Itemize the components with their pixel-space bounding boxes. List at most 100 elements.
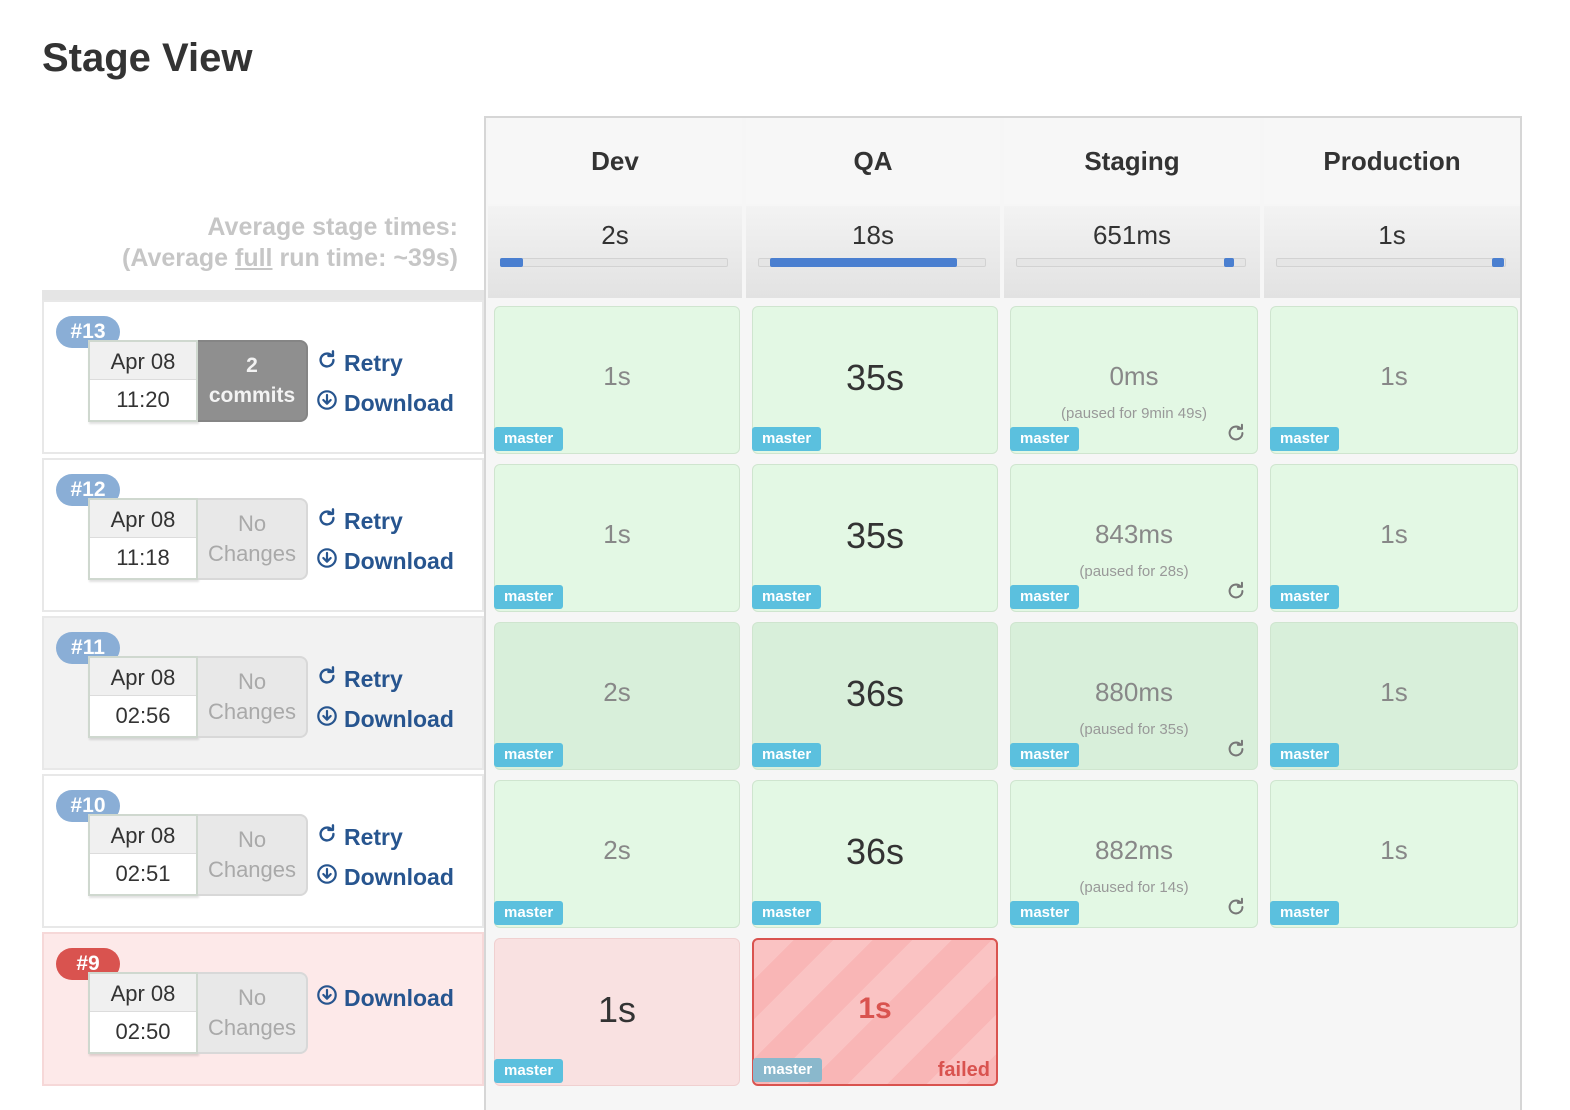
paused-duration: (paused for 9min 49s) <box>1061 405 1207 422</box>
stage-duration: 1s <box>603 519 631 549</box>
average-time: 2s <box>601 220 629 250</box>
changes-line1: No <box>237 827 267 852</box>
retry-link[interactable]: Retry <box>316 823 403 851</box>
run-date-box: Apr 08 02:50 <box>88 972 198 1054</box>
retry-link[interactable]: Retry <box>316 349 403 377</box>
retry-label: Retry <box>344 665 403 692</box>
stage-cell-staging[interactable]: 843ms (paused for 28s) master <box>1010 464 1258 612</box>
branch-badge: master <box>1010 427 1080 451</box>
stage-cell-staging[interactable]: 882ms (paused for 14s) master <box>1010 780 1258 928</box>
retry-icon <box>316 665 344 693</box>
avg-full-link: full <box>235 244 273 272</box>
stage-cell-qa[interactable]: 35s master <box>752 464 998 612</box>
branch-badge: master <box>1010 585 1080 609</box>
proceed-icon[interactable] <box>1225 422 1247 449</box>
branch-badge: master <box>1270 743 1340 767</box>
stage-duration: 1s <box>858 992 892 1025</box>
stage-cell-dev[interactable]: 2s master <box>494 780 740 928</box>
download-link[interactable]: Download <box>316 547 454 575</box>
run-date-box: Apr 08 02:51 <box>88 814 198 896</box>
retry-icon <box>316 823 344 851</box>
run-date-box: Apr 08 02:56 <box>88 656 198 738</box>
changes-box: No Changes <box>198 498 308 580</box>
changes-line1: No <box>237 985 267 1010</box>
stage-duration: 35s <box>845 515 905 556</box>
paused-duration: (paused for 35s) <box>1079 721 1189 738</box>
stage-duration: 2s <box>603 835 631 865</box>
stage-cell-qa[interactable]: 36s master <box>752 780 998 928</box>
run-row: #12 Apr 08 11:18 No Changes Retry Download <box>42 458 484 612</box>
run-row: #10 Apr 08 02:51 No Changes Retry Download <box>42 774 484 928</box>
download-link[interactable]: Download <box>316 389 454 417</box>
stage-cell-production[interactable]: 1s master <box>1270 306 1518 454</box>
stage-average-staging: 651ms <box>1004 206 1260 298</box>
paused-duration: (paused for 14s) <box>1079 879 1189 896</box>
stage-average-production: 1s <box>1264 206 1520 298</box>
stage-header-production[interactable]: Production <box>1264 118 1520 204</box>
stage-cell-staging[interactable]: 0ms (paused for 9min 49s) master <box>1010 306 1258 454</box>
stage-average-qa: 18s <box>746 206 1000 298</box>
download-label: Download <box>344 389 454 416</box>
stage-header-staging[interactable]: Staging <box>1004 118 1260 204</box>
branch-badge: master <box>752 427 822 451</box>
run-time: 11:18 <box>116 545 170 570</box>
average-time: 18s <box>852 220 894 250</box>
stage-cell-production[interactable]: 1s master <box>1270 780 1518 928</box>
proceed-icon[interactable] <box>1225 738 1247 765</box>
run-date-box: Apr 08 11:18 <box>88 498 198 580</box>
header-separator <box>42 290 484 300</box>
avg-run-suffix: run time: ~39s) <box>272 244 458 272</box>
run-time: 02:51 <box>115 861 171 886</box>
download-link[interactable]: Download <box>316 863 454 891</box>
run-date: Apr 08 <box>90 658 196 696</box>
retry-label: Retry <box>344 349 403 376</box>
changes-box[interactable]: 2 commits <box>198 340 308 422</box>
average-stage-times-line: Average stage times: <box>207 213 458 241</box>
run-date-box: Apr 08 11:20 <box>88 340 198 422</box>
stage-cell-qa[interactable]: 35s master <box>752 306 998 454</box>
failed-status-label: failed <box>937 1059 990 1081</box>
average-time: 1s <box>1378 220 1406 250</box>
stage-cell-qa[interactable]: 1s master failed <box>752 938 998 1086</box>
stage-duration: 882ms <box>1094 835 1174 865</box>
stage-duration: 36s <box>845 831 905 872</box>
stage-header-qa[interactable]: QA <box>746 118 1000 204</box>
retry-link[interactable]: Retry <box>316 665 403 693</box>
average-run-time-line: (Average full run time: ~39s) <box>42 243 458 274</box>
retry-label: Retry <box>344 823 403 850</box>
stage-cell-production[interactable]: 1s master <box>1270 622 1518 770</box>
avg-run-prefix: (Average <box>122 244 236 272</box>
run-time: 11:20 <box>116 387 170 412</box>
stage-average-bar-fill <box>1492 258 1504 267</box>
run-date: Apr 08 <box>90 974 196 1012</box>
stage-duration: 36s <box>845 673 905 714</box>
stage-cell-production[interactable]: 1s master <box>1270 464 1518 612</box>
run-row: #11 Apr 08 02:56 No Changes Retry Download <box>42 616 484 770</box>
stage-cell-dev[interactable]: 1s master <box>494 464 740 612</box>
page-title: Stage View <box>42 36 253 80</box>
run-date: Apr 08 <box>90 500 196 538</box>
proceed-icon[interactable] <box>1225 896 1247 923</box>
stage-duration: 0ms <box>1109 361 1159 391</box>
stage-cell-dev[interactable]: 1s master <box>494 306 740 454</box>
average-time: 651ms <box>1092 220 1172 250</box>
stage-cell-dev[interactable]: 2s master <box>494 622 740 770</box>
stage-average-bar-track <box>1276 258 1506 267</box>
average-stage-times-label: Average stage times: (Average full run t… <box>42 212 458 274</box>
retry-link[interactable]: Retry <box>316 507 403 535</box>
download-link[interactable]: Download <box>316 984 454 1012</box>
changes-line2: Changes <box>207 1015 297 1040</box>
stage-cell-qa[interactable]: 36s master <box>752 622 998 770</box>
stage-cell-dev[interactable]: 1s master <box>494 938 740 1086</box>
proceed-icon[interactable] <box>1225 580 1247 607</box>
stage-header-dev[interactable]: Dev <box>488 118 742 204</box>
paused-duration: (paused for 28s) <box>1079 563 1189 580</box>
stage-cell-staging[interactable]: 880ms (paused for 35s) master <box>1010 622 1258 770</box>
branch-badge: master <box>753 1058 823 1082</box>
changes-box: No Changes <box>198 814 308 896</box>
retry-icon <box>316 507 344 535</box>
download-link[interactable]: Download <box>316 705 454 733</box>
changes-box: No Changes <box>198 972 308 1054</box>
branch-badge: master <box>752 901 822 925</box>
changes-line1: 2 <box>246 354 258 377</box>
